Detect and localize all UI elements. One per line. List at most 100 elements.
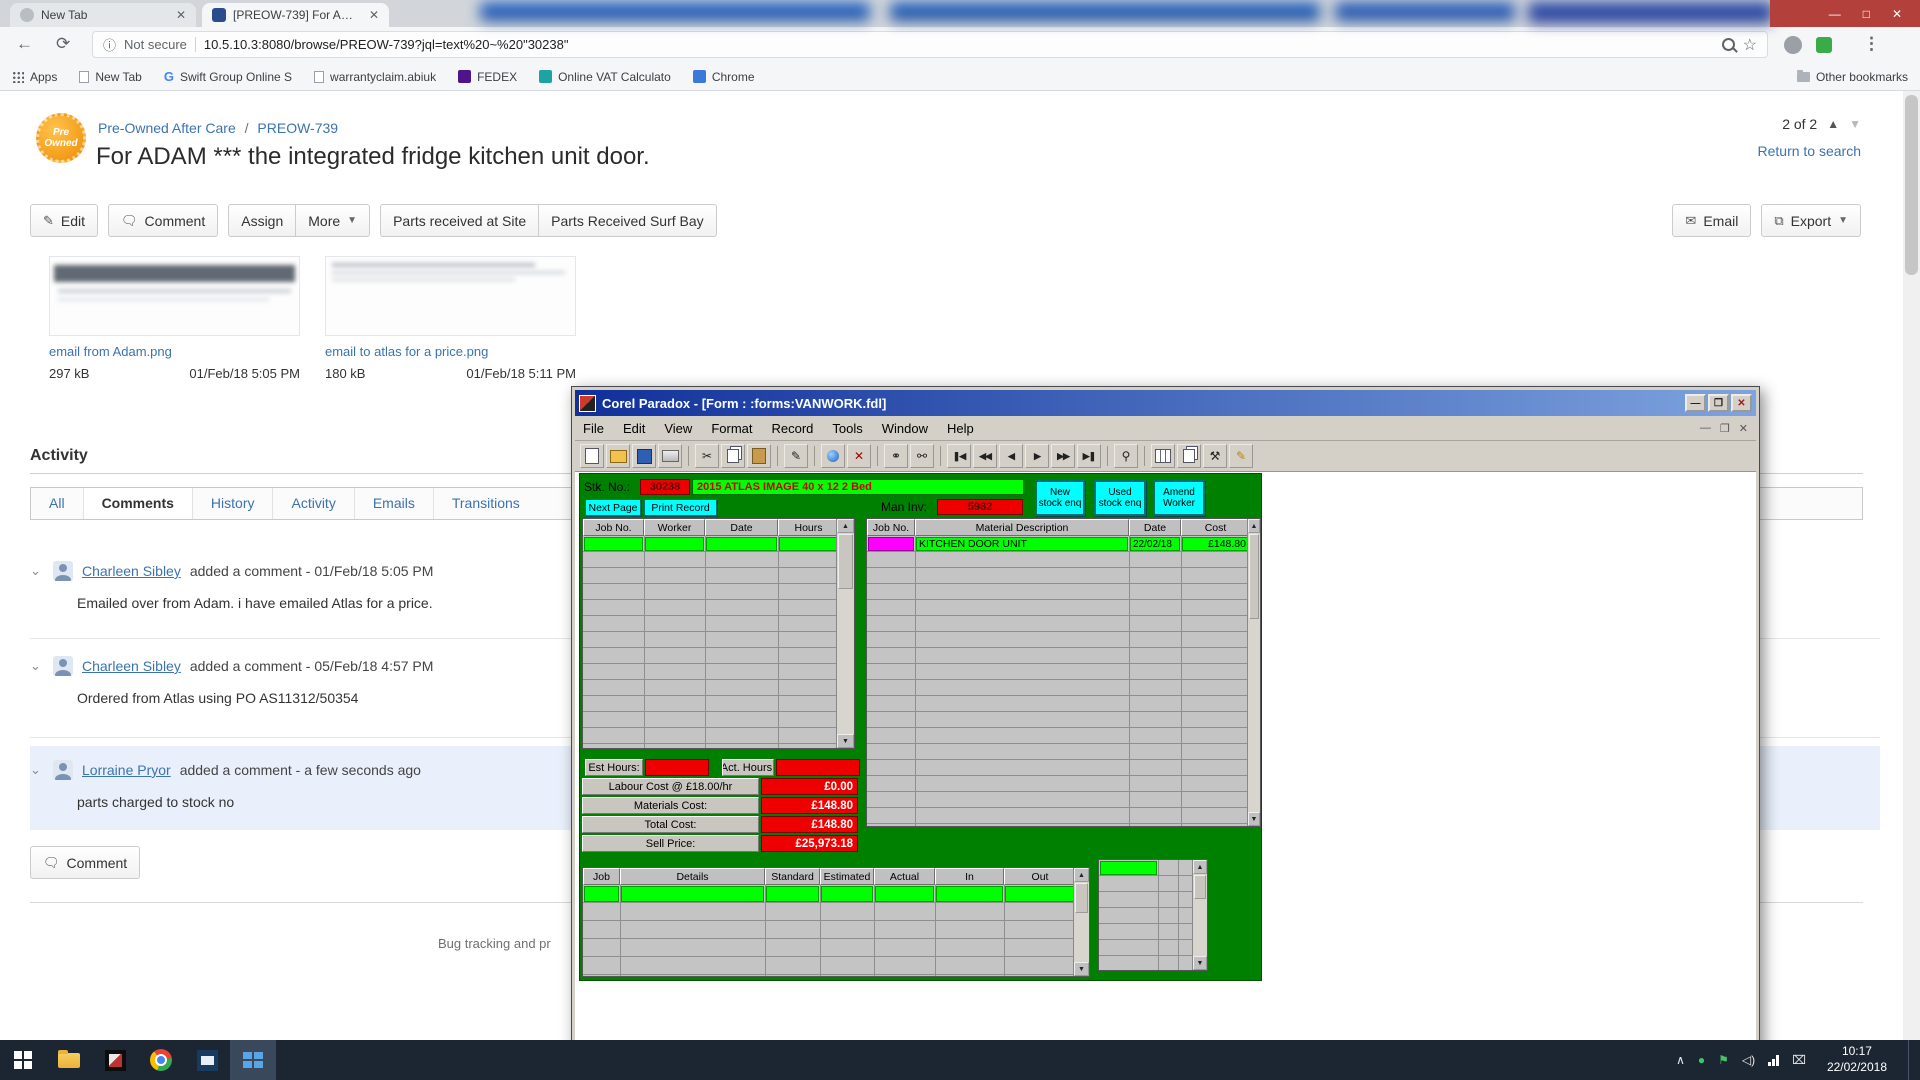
- assign-button[interactable]: Assign: [228, 204, 296, 237]
- material-date-cell[interactable]: 22/02/18: [1130, 537, 1180, 551]
- est-hours-field[interactable]: [645, 759, 709, 776]
- minimize-icon[interactable]: —: [1685, 394, 1706, 412]
- menu-view[interactable]: View: [664, 421, 692, 436]
- locate-next-icon[interactable]: ⚯: [910, 444, 934, 468]
- breadcrumb-issue-link[interactable]: PREOW-739: [257, 120, 338, 136]
- copy-icon[interactable]: [721, 444, 745, 468]
- sell-price-value[interactable]: £25,973.18: [761, 835, 858, 852]
- fast-forward-icon[interactable]: ▶▶: [1051, 444, 1075, 468]
- scroll-up-icon[interactable]: ▲: [1193, 860, 1207, 874]
- tab-close-icon[interactable]: ✕: [176, 8, 186, 22]
- job-cell[interactable]: [821, 886, 873, 902]
- material-job-cell[interactable]: [868, 537, 914, 551]
- zoom-icon[interactable]: [1722, 38, 1735, 51]
- job-cell[interactable]: [875, 886, 934, 902]
- copy-to-icon[interactable]: [1177, 444, 1201, 468]
- first-record-icon[interactable]: ❚◀: [947, 444, 971, 468]
- bookmark-item[interactable]: FEDEX: [458, 70, 517, 84]
- fast-back-icon[interactable]: ◀◀: [973, 444, 997, 468]
- scrollbar[interactable]: ▲ ▼: [1247, 519, 1260, 826]
- design-icon[interactable]: ✎: [1229, 444, 1253, 468]
- locate-icon[interactable]: ⚭: [884, 444, 908, 468]
- attachment-name-link[interactable]: email to atlas for a price.png: [325, 344, 576, 359]
- previous-record-icon[interactable]: ◀: [999, 444, 1023, 468]
- bookmark-star-icon[interactable]: ☆: [1743, 35, 1757, 55]
- mini-cell[interactable]: [1100, 861, 1157, 875]
- bookmark-item[interactable]: Chrome: [693, 70, 755, 84]
- close-icon[interactable]: ✕: [1892, 7, 1902, 21]
- apps-button[interactable]: Apps: [12, 70, 57, 84]
- total-cost-value[interactable]: £148.80: [761, 816, 858, 833]
- stock-description-field[interactable]: 2015 ATLAS IMAGE 40 x 12 2 Bed: [692, 479, 1024, 495]
- edit-data-icon[interactable]: ✎: [784, 444, 808, 468]
- paradox-taskbar-icon[interactable]: [92, 1040, 138, 1080]
- chrome-menu-icon[interactable]: ⋮: [1863, 34, 1880, 54]
- input-indicator-icon[interactable]: ⌧: [1792, 1053, 1806, 1067]
- material-description-cell[interactable]: KITCHEN DOOR UNIT: [916, 537, 1128, 551]
- status-icon[interactable]: ●: [1698, 1053, 1705, 1067]
- job-cell[interactable]: [1005, 886, 1075, 902]
- parts-received-surf-bay-button[interactable]: Parts Received Surf Bay: [538, 204, 717, 237]
- menu-format[interactable]: Format: [711, 421, 752, 436]
- bookmark-item[interactable]: New Tab: [79, 70, 141, 84]
- amend-worker-button[interactable]: Amend Worker: [1153, 480, 1205, 516]
- paste-icon[interactable]: [747, 444, 771, 468]
- act-hours-field[interactable]: [776, 759, 860, 776]
- hours-cell[interactable]: [779, 537, 838, 551]
- tab-all[interactable]: All: [31, 488, 84, 519]
- attachment-name-link[interactable]: email from Adam.png: [49, 344, 300, 359]
- save-icon[interactable]: [632, 444, 656, 468]
- new-icon[interactable]: [580, 444, 604, 468]
- tools-icon[interactable]: ⚒: [1203, 444, 1227, 468]
- scroll-up-icon[interactable]: ▲: [1074, 868, 1089, 882]
- return-to-search-link[interactable]: Return to search: [1758, 143, 1862, 159]
- edit-button[interactable]: ✎ Edit: [30, 204, 98, 237]
- close-icon[interactable]: ✕: [1731, 394, 1752, 412]
- refresh-icon[interactable]: ⟳: [56, 34, 70, 54]
- collapse-icon[interactable]: ⌄: [30, 658, 44, 674]
- tab-preow-739[interactable]: [PREOW-739] For ADAM ✕: [202, 3, 389, 27]
- paradox-title-bar[interactable]: Corel Paradox - [Form : :forms:VANWORK.f…: [575, 390, 1756, 416]
- maximize-icon[interactable]: ❐: [1708, 394, 1729, 412]
- mdi-minimize-icon[interactable]: —: [1700, 422, 1711, 435]
- comment-author-link[interactable]: Lorraine Pryor: [82, 762, 171, 778]
- file-explorer-icon[interactable]: [46, 1040, 92, 1080]
- menu-edit[interactable]: Edit: [623, 421, 645, 436]
- scroll-down-icon[interactable]: ▼: [837, 734, 854, 748]
- back-icon[interactable]: ←: [16, 34, 33, 54]
- tab-new-tab[interactable]: New Tab ✕: [10, 3, 196, 27]
- scroll-down-icon[interactable]: ▼: [1193, 956, 1207, 970]
- attachment-thumbnail[interactable]: [49, 256, 300, 336]
- material-cost-cell[interactable]: £148.80: [1182, 537, 1249, 551]
- network-icon[interactable]: [1768, 1055, 1779, 1066]
- comment-button[interactable]: 🗨 Comment: [108, 204, 218, 237]
- menu-window[interactable]: Window: [882, 421, 928, 436]
- print-record-button[interactable]: Print Record: [644, 499, 717, 516]
- minimize-icon[interactable]: —: [1829, 7, 1841, 21]
- scroll-up-icon[interactable]: ▲: [837, 519, 854, 533]
- tray-expand-icon[interactable]: ∧: [1676, 1053, 1685, 1067]
- tab-transitions[interactable]: Transitions: [434, 488, 538, 519]
- menu-record[interactable]: Record: [771, 421, 813, 436]
- next-issue-icon[interactable]: ▼: [1849, 117, 1861, 131]
- email-button[interactable]: ✉ Email: [1672, 204, 1751, 237]
- scroll-up-icon[interactable]: ▲: [1248, 519, 1260, 533]
- job-cell[interactable]: [936, 886, 1003, 902]
- export-button[interactable]: ⧉ Export ▼: [1761, 204, 1861, 237]
- hours-cell[interactable]: [584, 537, 643, 551]
- job-cell[interactable]: [584, 886, 619, 902]
- chrome-taskbar-icon[interactable]: [138, 1040, 184, 1080]
- active-app-taskbar-icon[interactable]: [230, 1040, 276, 1080]
- next-record-icon[interactable]: ▶: [1025, 444, 1049, 468]
- field-view-icon[interactable]: [821, 444, 845, 468]
- scrollbar-thumb[interactable]: [838, 534, 853, 589]
- print-icon[interactable]: [658, 444, 682, 468]
- materials-cost-value[interactable]: £148.80: [761, 797, 858, 814]
- maximize-icon[interactable]: □: [1863, 7, 1870, 21]
- menu-help[interactable]: Help: [947, 421, 974, 436]
- tab-close-icon[interactable]: ✕: [369, 8, 379, 22]
- parts-received-site-button[interactable]: Parts received at Site: [380, 204, 539, 237]
- scrollbar-thumb[interactable]: [1194, 875, 1206, 899]
- collapse-icon[interactable]: ⌄: [30, 563, 44, 579]
- bookmark-item[interactable]: warrantyclaim.abiuk: [314, 70, 436, 84]
